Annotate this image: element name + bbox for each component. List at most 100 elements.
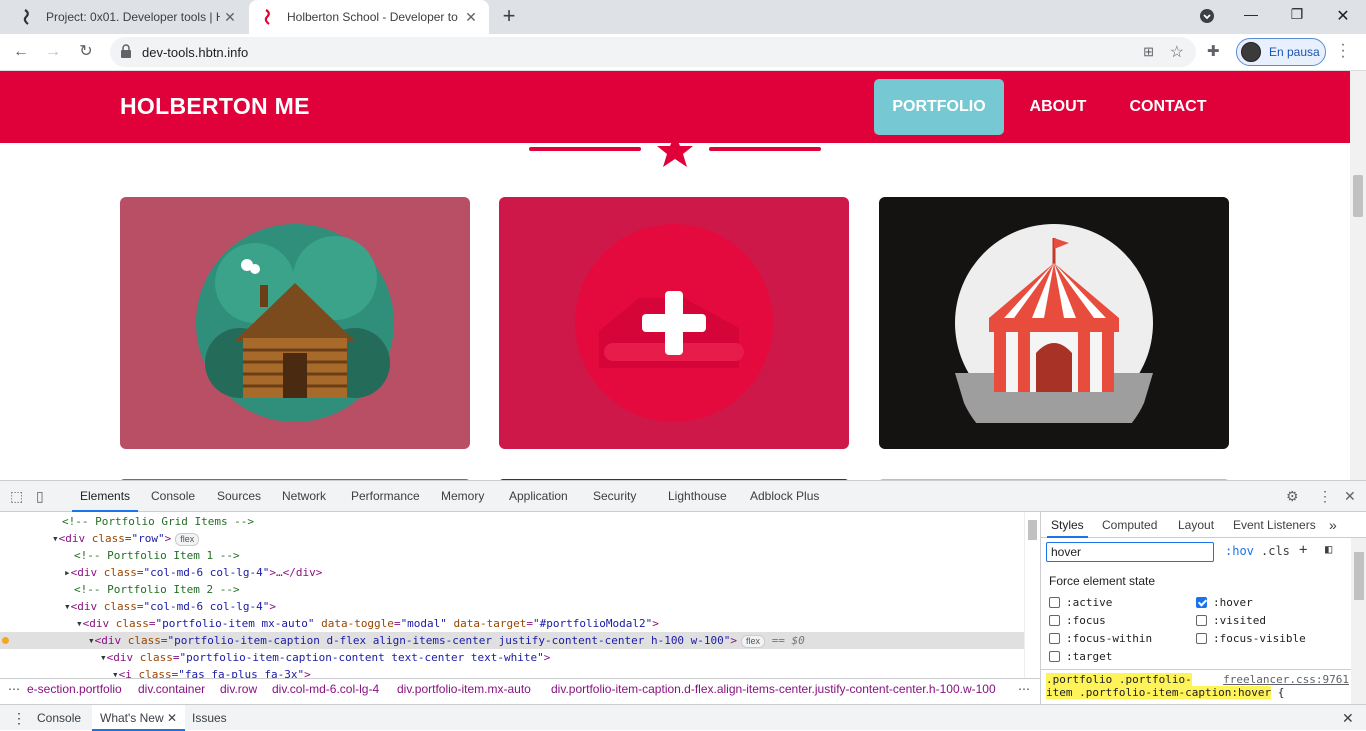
force-state-visited[interactable]: :visited	[1196, 614, 1266, 627]
tab-event-listeners[interactable]: Event Listeners	[1233, 512, 1316, 538]
drawer-tab-console[interactable]: Console	[37, 705, 81, 731]
dom-line[interactable]: <!-- Portfolio Item 1 -->	[0, 547, 1024, 564]
checkbox-focus-visible[interactable]	[1196, 633, 1207, 644]
hov-toggle-button[interactable]: :hov	[1225, 544, 1254, 558]
checkbox-hover-checked[interactable]	[1196, 597, 1207, 608]
browser-tab-1[interactable]: Project: 0x01. Developer tools | H ✕	[8, 0, 248, 34]
dom-line-selected[interactable]: ▾<div class="portfolio-item-caption d-fl…	[0, 632, 1024, 649]
checkbox-visited[interactable]	[1196, 615, 1207, 626]
portfolio-item-2-hover[interactable]	[499, 197, 849, 449]
expand-triangle-icon[interactable]: ▾	[88, 634, 95, 647]
bookmark-star-icon[interactable]: ☆	[1170, 42, 1184, 62]
new-style-rule-icon[interactable]: +	[1299, 542, 1307, 558]
breadcrumb-item[interactable]: div.container	[138, 679, 205, 698]
drawer-tab-whats-new[interactable]: What's New ✕	[92, 705, 186, 731]
checkbox-focus[interactable]	[1049, 615, 1060, 626]
breadcrumb-item[interactable]: div.portfolio-item.mx-auto	[397, 679, 531, 698]
tab-console[interactable]: Console	[151, 481, 195, 512]
tab-elements[interactable]: Elements	[72, 481, 139, 512]
tab-computed[interactable]: Computed	[1102, 512, 1157, 538]
kebab-menu-icon[interactable]: · · ·	[1338, 37, 1348, 65]
inspect-element-icon[interactable]: ⬚	[10, 488, 23, 505]
drawer-tab-issues[interactable]: Issues	[192, 705, 227, 731]
translate-icon[interactable]: ⊞	[1143, 44, 1154, 60]
close-tab-icon[interactable]: ✕	[461, 9, 481, 26]
breadcrumb-more-icon[interactable]: ⋯	[8, 679, 20, 698]
page-scrollbar-thumb[interactable]	[1353, 175, 1363, 217]
tab-application[interactable]: Application	[509, 481, 568, 512]
tab-layout[interactable]: Layout	[1178, 512, 1214, 538]
new-tab-button[interactable]: +	[498, 5, 520, 27]
tab-styles[interactable]: Styles	[1047, 512, 1088, 538]
dom-line[interactable]: ▸<div class="col-md-6 col-lg-4">…</div>	[0, 564, 1024, 581]
breadcrumb-item[interactable]: e-section.portfolio	[27, 679, 122, 698]
tab-memory[interactable]: Memory	[441, 481, 484, 512]
address-bar[interactable]: dev-tools.hbtn.info ⊞ ☆	[110, 37, 1196, 67]
tab-network[interactable]: Network	[282, 481, 326, 512]
nav-link-portfolio[interactable]: PORTFOLIO	[874, 79, 1004, 135]
force-state-focus[interactable]: :focus	[1049, 614, 1106, 627]
breadcrumb-more-icon[interactable]: ⋯	[1018, 679, 1030, 698]
checkbox-focus-within[interactable]	[1049, 633, 1060, 644]
dom-line[interactable]: ▾<div class="row"> flex	[0, 530, 1024, 547]
maximize-button[interactable]: ❐	[1286, 6, 1308, 28]
tab-search-icon[interactable]	[1196, 8, 1218, 30]
more-tabs-icon[interactable]: »	[1329, 512, 1337, 538]
page-scrollbar[interactable]	[1350, 71, 1366, 480]
expand-triangle-icon[interactable]: ▾	[76, 617, 83, 630]
dom-line[interactable]: ▾<div class="portfolio-item-caption-cont…	[0, 649, 1024, 666]
force-state-target[interactable]: :target	[1049, 650, 1112, 663]
devtools-menu-icon[interactable]: ⋮	[1318, 488, 1332, 505]
force-state-focus-within[interactable]: :focus-within	[1049, 632, 1152, 645]
breadcrumb-item[interactable]: div.col-md-6.col-lg-4	[272, 679, 379, 698]
rule-source-link[interactable]: freelancer.css:9761	[1223, 673, 1349, 686]
settings-gear-icon[interactable]: ⚙	[1286, 488, 1299, 505]
flex-badge[interactable]: flex	[741, 635, 766, 648]
toggle-sidebar-icon[interactable]: ◧	[1325, 542, 1332, 556]
close-drawer-icon[interactable]: ✕	[1342, 705, 1354, 731]
breadcrumb-item-selected[interactable]: div.portfolio-item-caption.d-flex.align-…	[551, 679, 996, 698]
device-toolbar-icon[interactable]: ▯	[36, 488, 44, 505]
dom-line[interactable]: <!-- Portfolio Item 2 -->	[0, 581, 1024, 598]
reload-icon[interactable]: ↻	[75, 41, 97, 63]
portfolio-item-3[interactable]	[879, 197, 1229, 449]
collapse-triangle-icon[interactable]: ▸	[64, 566, 71, 579]
expand-triangle-icon[interactable]: ▾	[112, 668, 119, 678]
nav-link-contact[interactable]: CONTACT	[1118, 79, 1218, 135]
back-arrow-icon[interactable]: ←	[10, 41, 32, 63]
force-state-focus-visible[interactable]: :focus-visible	[1196, 632, 1306, 645]
dom-line[interactable]: ▾<div class="col-md-6 col-lg-4">	[0, 598, 1024, 615]
checkbox-active[interactable]	[1049, 597, 1060, 608]
close-tab-icon[interactable]: ✕	[167, 711, 177, 725]
tab-security[interactable]: Security	[593, 481, 636, 512]
breadcrumb-item[interactable]: div.row	[220, 679, 257, 698]
tab-performance[interactable]: Performance	[351, 481, 420, 512]
tab-sources[interactable]: Sources	[217, 481, 261, 512]
dom-line[interactable]: ▾<div class="portfolio-item mx-auto" dat…	[0, 615, 1024, 632]
expand-triangle-icon[interactable]: ▾	[64, 600, 71, 613]
flex-badge[interactable]: flex	[175, 533, 200, 546]
portfolio-item-1[interactable]	[120, 197, 470, 449]
force-state-active[interactable]: :active	[1049, 596, 1112, 609]
expand-triangle-icon[interactable]: ▾	[100, 651, 107, 664]
forward-arrow-icon[interactable]: →	[42, 41, 64, 63]
site-brand[interactable]: HOLBERTON ME	[120, 93, 310, 120]
profile-button[interactable]: En pausa	[1236, 38, 1326, 66]
browser-tab-2-active[interactable]: Holberton School - Developer to ✕	[249, 0, 489, 34]
dom-line[interactable]: ▾<i class="fas fa-plus fa-3x">	[0, 666, 1024, 678]
force-state-hover[interactable]: :hover	[1196, 596, 1253, 609]
cls-toggle-button[interactable]: .cls	[1261, 544, 1290, 558]
elements-scrollbar-thumb[interactable]	[1028, 520, 1037, 540]
close-devtools-icon[interactable]: ✕	[1344, 488, 1356, 505]
checkbox-target[interactable]	[1049, 651, 1060, 662]
elements-scrollbar[interactable]	[1024, 512, 1040, 678]
extensions-puzzle-icon[interactable]: ✚	[1207, 42, 1220, 60]
dom-line[interactable]: <!-- Portfolio Grid Items -->	[0, 513, 1024, 530]
nav-link-about[interactable]: ABOUT	[1018, 79, 1098, 135]
minimize-button[interactable]: —	[1240, 6, 1262, 28]
tab-adblock-plus[interactable]: Adblock Plus	[750, 481, 819, 512]
styles-filter-input[interactable]: hover	[1046, 542, 1214, 562]
tab-lighthouse[interactable]: Lighthouse	[668, 481, 727, 512]
expand-triangle-icon[interactable]: ▾	[52, 532, 59, 545]
close-window-button[interactable]: ✕	[1332, 6, 1354, 28]
